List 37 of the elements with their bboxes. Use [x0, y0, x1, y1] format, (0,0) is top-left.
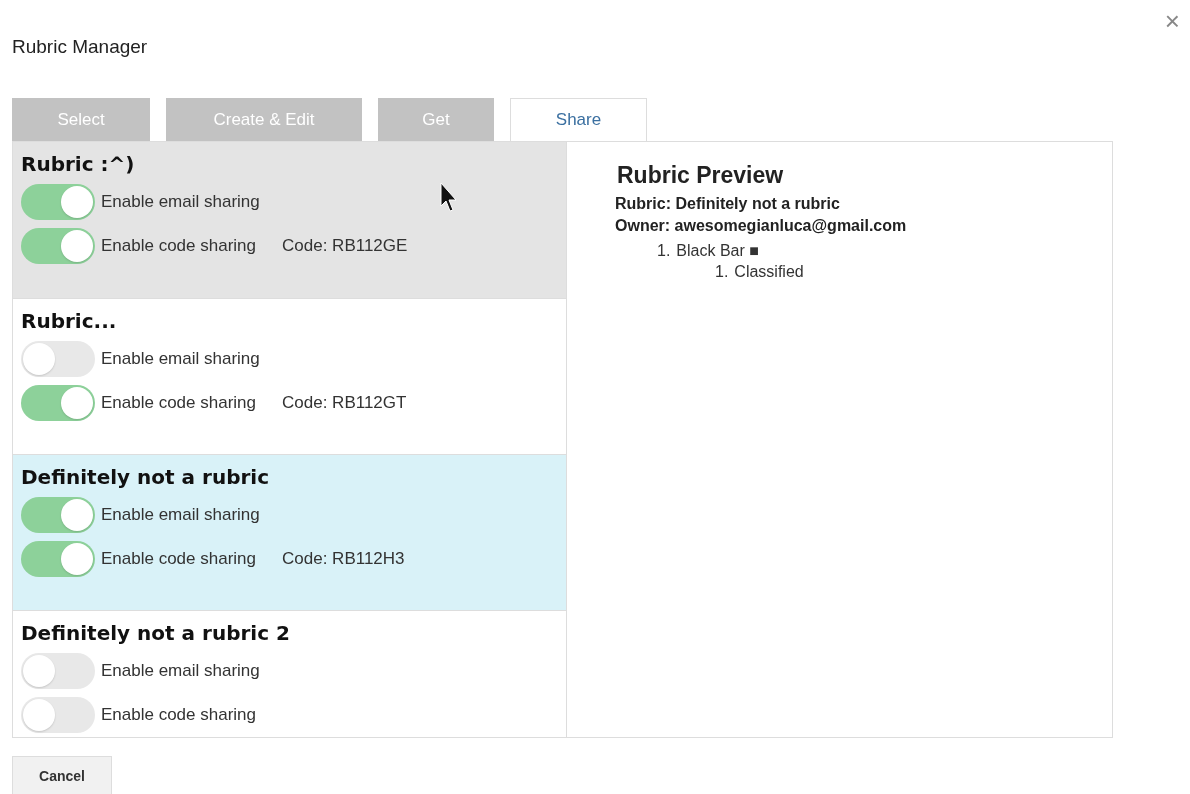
toggle-label: Enable code sharing	[101, 236, 256, 256]
toggle-switch[interactable]	[21, 697, 95, 733]
cursor-icon	[440, 182, 458, 212]
toggle-switch[interactable]	[21, 653, 95, 689]
rubric-item[interactable]: Definitely not a rubric Enable email sharing Enable code sharing Code: RB112H3	[13, 454, 566, 610]
list-item: Black Bar ■	[676, 242, 759, 260]
preview-title: Rubric Preview	[617, 162, 784, 189]
toggle-switch[interactable]	[21, 497, 95, 533]
toggle-switch[interactable]	[21, 385, 95, 421]
toggle-label: Enable code sharing	[101, 549, 256, 569]
rubric-name: Definitely not a rubric 2	[21, 621, 290, 645]
toggle-label: Enable code sharing	[101, 705, 256, 725]
toggle-label: Enable email sharing	[101, 505, 260, 525]
toggle-switch[interactable]	[21, 228, 95, 264]
tab[interactable]: Share	[510, 98, 647, 141]
cancel-button[interactable]: Cancel	[12, 756, 112, 794]
list-number: 1.	[657, 242, 671, 260]
rubric-name: Rubric :^)	[21, 152, 135, 176]
share-code: Code: RB112GT	[282, 393, 407, 413]
list-item: Classified	[734, 263, 804, 281]
toggle-label: Enable email sharing	[101, 192, 260, 212]
toggle-label: Enable code sharing	[101, 393, 256, 413]
share-code: Code: RB112H3	[282, 549, 405, 569]
list-number: 1.	[715, 263, 729, 281]
rubric-item[interactable]: Rubric :^) Enable email sharing Enable code sharing Code: RB112GE	[13, 142, 566, 298]
toggle-switch[interactable]	[21, 541, 95, 577]
dialog-title: Rubric Manager	[12, 36, 148, 57]
close-button[interactable]: ×	[1160, 6, 1184, 37]
share-code: Code: RB112GE	[282, 236, 408, 256]
toggle-switch[interactable]	[21, 341, 95, 377]
toggle-label: Enable email sharing	[101, 349, 260, 369]
rubric-name: Definitely not a rubric	[21, 465, 270, 489]
owner-line: Owner: awesomegianluca@gmail.com	[615, 217, 907, 235]
toggle-label: Enable email sharing	[101, 661, 260, 681]
rubric-line: Rubric: Definitely not a rubric	[615, 195, 840, 213]
rubric-name: Rubric...	[21, 309, 117, 333]
toggle-switch[interactable]	[21, 184, 95, 220]
